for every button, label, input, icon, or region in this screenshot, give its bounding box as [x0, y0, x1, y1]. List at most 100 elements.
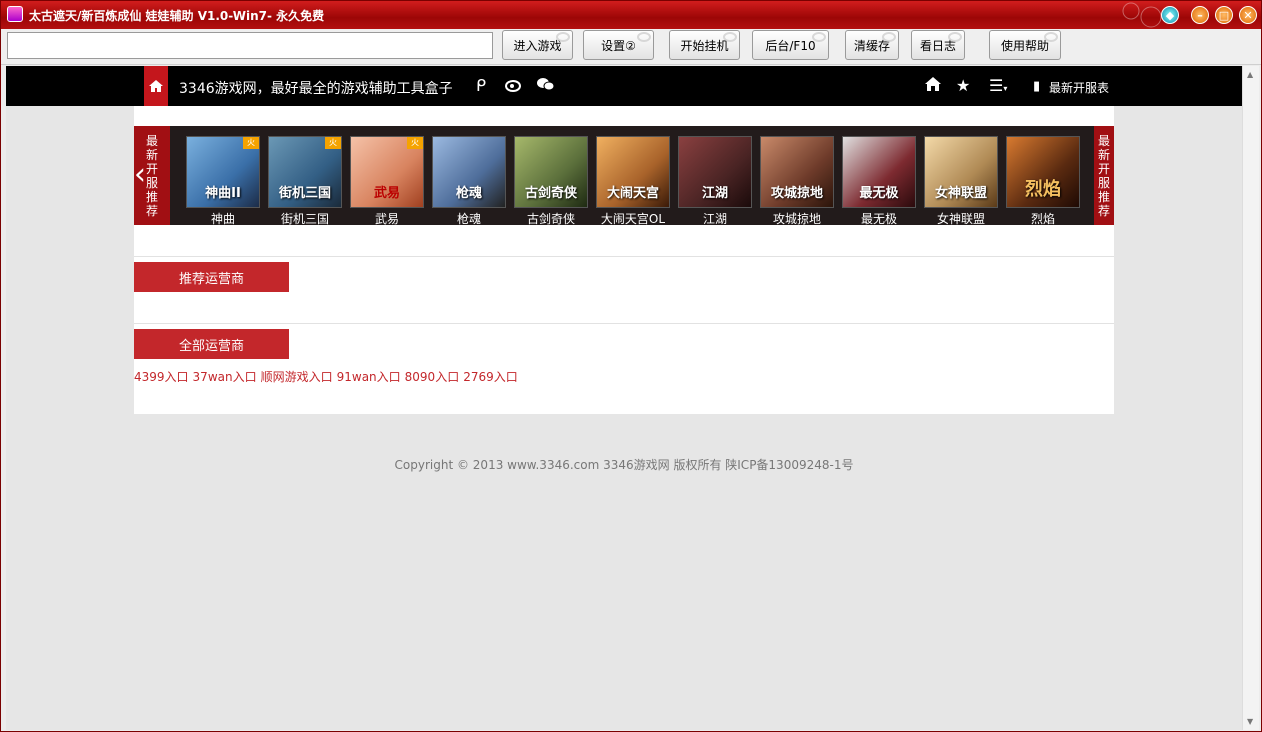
window-title: 太古遮天/新百炼成仙 娃娃辅助 V1.0-Win7- 永久免费	[29, 9, 325, 23]
game-name: 江湖	[702, 212, 727, 226]
site-slogan: 3346游戏网，最好最全的游戏辅助工具盒子	[179, 81, 453, 97]
tieba-icon[interactable]: ᑭ	[476, 76, 486, 96]
game-thumbnail: 江湖	[678, 136, 752, 208]
title-bar[interactable]: 太古遮天/新百炼成仙 娃娃辅助 V1.0-Win7- 永久免费 ◆ – □ ✕	[1, 1, 1261, 29]
game-thumbnail: 最无极	[842, 136, 916, 208]
game-name: 攻城掠地	[772, 212, 821, 226]
view-log-button[interactable]: 看日志	[911, 30, 965, 60]
skin-icon[interactable]: ◆	[1161, 6, 1179, 24]
site-top-nav: 3346游戏网，最好最全的游戏辅助工具盒子 ᑭ ★ ☰▾ ▮ 最新开服表	[6, 66, 1242, 106]
weibo-icon[interactable]	[505, 76, 523, 97]
main-content: 最新开服推荐 ‹ 神曲II 火 神曲 街机三国 火 街机三国 武易 火 武易 枪魂	[134, 106, 1114, 414]
divider	[134, 323, 1114, 324]
settings-button[interactable]: 设置②	[583, 30, 654, 60]
game-thumbnail: 烈焰	[1006, 136, 1080, 208]
newest-servers-link[interactable]: 最新开服表	[1049, 79, 1109, 96]
game-thumb-text: 江湖	[701, 186, 728, 201]
scroll-down-icon[interactable]: ▼	[1247, 717, 1253, 726]
enter-game-button[interactable]: 进入游戏	[502, 30, 573, 60]
game-item-gongcheng-luedi[interactable]: 攻城掠地 攻城掠地	[760, 136, 834, 226]
cloud-icon	[556, 32, 570, 42]
maximize-icon[interactable]: □	[1215, 6, 1233, 24]
game-item-qianghun[interactable]: 枪魂 枪魂	[432, 136, 506, 226]
chevron-left-icon[interactable]: ‹	[134, 160, 146, 190]
home-icon	[149, 80, 163, 92]
enter-game-label: 进入游戏	[513, 38, 562, 53]
app-icon	[7, 6, 23, 22]
home-button[interactable]	[144, 66, 168, 106]
operator-link-2769[interactable]: 2769入口	[463, 370, 518, 384]
favorite-star-icon[interactable]: ★	[956, 76, 970, 96]
game-thumb-text: 街机三国	[278, 186, 331, 201]
game-item-jieji-sanguo[interactable]: 街机三国 火 街机三国	[268, 136, 342, 226]
hot-badge: 火	[407, 137, 423, 149]
minimize-icon[interactable]: –	[1191, 6, 1209, 24]
operator-link-8090[interactable]: 8090入口	[405, 370, 460, 384]
web-view: 3346游戏网，最好最全的游戏辅助工具盒子 ᑭ ★ ☰▾ ▮ 最新开服表 最新开…	[6, 66, 1242, 730]
operator-links: 4399入口 37wan入口 顺网游戏入口 91wan入口 8090入口 2769入口	[134, 368, 522, 385]
help-button[interactable]: 使用帮助	[989, 30, 1061, 60]
game-name: 烈焰	[1030, 212, 1055, 226]
game-item-gujian-qixia[interactable]: 古剑奇侠 古剑奇侠	[514, 136, 588, 226]
game-item-wuyi[interactable]: 武易 火 武易	[350, 136, 424, 226]
game-item-danao-tiangong[interactable]: 大闹天宫 大闹天宫OL	[596, 136, 670, 226]
background-button[interactable]: 后台/F10	[752, 30, 829, 60]
operator-link-shunwang[interactable]: 顺网游戏入口	[261, 370, 333, 384]
wechat-icon[interactable]	[536, 76, 556, 97]
cloud-icon	[637, 32, 651, 42]
game-thumbnail: 攻城掠地	[760, 136, 834, 208]
operator-link-37wan[interactable]: 37wan入口	[193, 370, 257, 384]
cloud-icon	[1044, 32, 1058, 42]
game-thumb-text: 古剑奇侠	[524, 186, 577, 201]
game-thumb-text: 攻城掠地	[770, 186, 823, 201]
game-name: 大闹天宫OL	[600, 212, 666, 226]
cloud-icon	[948, 32, 962, 42]
game-name: 古剑奇侠	[526, 212, 575, 226]
game-slider: 最新开服推荐 ‹ 神曲II 火 神曲 街机三国 火 街机三国 武易 火 武易 枪魂	[134, 126, 1114, 226]
vertical-scrollbar[interactable]: ▲ ▼	[1242, 66, 1259, 730]
game-thumbnail: 武易 火	[350, 136, 424, 208]
game-thumb-text: 武易	[373, 186, 400, 201]
game-thumb-text: 最无极	[859, 186, 899, 201]
game-thumbnail: 大闹天宫	[596, 136, 670, 208]
game-thumb-text: 大闹天宫	[606, 186, 659, 201]
slider-tag-label: 最新开服推荐	[145, 134, 158, 218]
mouse-icon: ▮	[1033, 79, 1041, 94]
help-label: 使用帮助	[1000, 38, 1049, 53]
scroll-up-icon[interactable]: ▲	[1247, 70, 1253, 79]
game-item-nvshen-lianmeng[interactable]: 女神联盟 女神联盟	[924, 136, 998, 226]
operator-link-4399[interactable]: 4399入口	[134, 370, 189, 384]
start-hangup-label: 开始挂机	[680, 38, 729, 53]
operator-link-91wan[interactable]: 91wan入口	[337, 370, 401, 384]
game-name: 最无极	[860, 212, 897, 226]
game-thumb-text: 女神联盟	[934, 186, 987, 201]
game-thumbnail: 神曲II 火	[186, 136, 260, 208]
hot-badge: 火	[243, 137, 259, 149]
game-item-lieyan[interactable]: 烈焰 烈焰	[1006, 136, 1080, 226]
cloud-icon	[812, 32, 826, 42]
game-name: 街机三国	[280, 212, 329, 226]
clear-cache-button[interactable]: 清缓存	[845, 30, 899, 60]
cloud-icon	[723, 32, 737, 42]
settings-label: 设置②	[601, 38, 636, 53]
hot-badge: 火	[325, 137, 341, 149]
menu-icon[interactable]: ☰▾	[989, 76, 1007, 99]
game-thumbnail: 枪魂	[432, 136, 506, 208]
game-item-jianghu[interactable]: 江湖 江湖	[678, 136, 752, 226]
all-operators-button[interactable]: 全部运营商	[134, 329, 289, 359]
game-item-zui-wuji[interactable]: 最无极 最无极	[842, 136, 916, 226]
slider-tag-right: 最新开服推荐	[1094, 126, 1114, 225]
close-icon[interactable]: ✕	[1239, 6, 1257, 24]
game-name: 女神联盟	[936, 212, 985, 226]
recommended-operators-button[interactable]: 推荐运营商	[134, 262, 289, 292]
start-hangup-button[interactable]: 开始挂机	[669, 30, 740, 60]
slider-tag-label: 最新开服推荐	[1097, 134, 1110, 218]
game-item-shenqu[interactable]: 神曲II 火 神曲	[186, 136, 260, 226]
home-icon[interactable]	[924, 76, 942, 97]
address-input[interactable]	[7, 32, 493, 59]
cloud-icon	[882, 32, 896, 42]
game-thumbnail: 古剑奇侠	[514, 136, 588, 208]
game-name: 神曲	[210, 212, 235, 226]
game-thumb-text: 枪魂	[455, 186, 482, 201]
game-name: 武易	[374, 212, 399, 226]
